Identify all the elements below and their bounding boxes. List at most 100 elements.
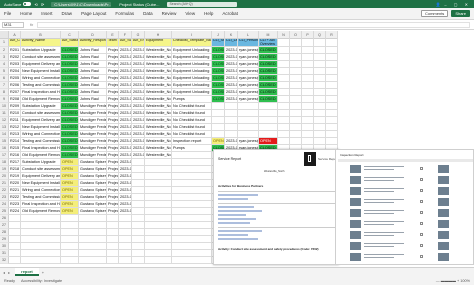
cell[interactable]: R208	[9, 96, 21, 103]
accessibility-status[interactable]: Accessibility: Investigate	[21, 279, 62, 283]
cell[interactable]	[119, 250, 132, 257]
cell[interactable]: 2023-09-	[225, 75, 238, 82]
cell[interactable]: R204	[9, 68, 21, 75]
cell[interactable]: R206	[9, 82, 21, 89]
user-avatar[interactable]: 👤	[435, 2, 440, 7]
cell[interactable]	[302, 39, 314, 47]
cell[interactable]: ryan.jones@	[238, 89, 259, 96]
cell[interactable]	[326, 75, 338, 82]
cell[interactable]	[61, 257, 79, 264]
cell[interactable]	[314, 54, 326, 61]
row-number[interactable]: 2	[0, 47, 9, 54]
menu-review[interactable]: Review	[162, 11, 177, 16]
cell[interactable]: CLOSED	[259, 75, 278, 82]
cell[interactable]: R209	[9, 103, 21, 110]
row-number[interactable]: 15	[0, 138, 9, 145]
cell[interactable]	[9, 222, 21, 229]
menu-home[interactable]: Home	[20, 11, 32, 16]
cell[interactable]	[225, 131, 238, 138]
cell[interactable]: ryan.jones@	[238, 75, 259, 82]
cell[interactable]	[119, 257, 132, 264]
cell[interactable]: Mundiger Frederick	[79, 117, 107, 124]
cell[interactable]: Project	[107, 110, 119, 117]
column-header-g[interactable]: G	[132, 31, 145, 39]
cell[interactable]: No Checklist found	[172, 110, 212, 117]
column-title[interactable]: CLI_Status	[212, 39, 225, 47]
cell[interactable]: Inspection report	[172, 138, 212, 145]
cell[interactable]	[145, 236, 172, 243]
cell[interactable]	[79, 215, 107, 222]
cell[interactable]: R222	[9, 194, 21, 201]
cell[interactable]	[9, 250, 21, 257]
cell[interactable]: Gustavo Spiser	[79, 173, 107, 180]
cell[interactable]: CLOSED	[61, 152, 79, 159]
cell[interactable]: 2023-08-19	[119, 89, 132, 96]
cell[interactable]: 2023-08-17	[119, 187, 132, 194]
cell[interactable]	[212, 124, 225, 131]
cell[interactable]: 2023-08-19	[132, 103, 145, 110]
column-title[interactable]: CLI + Act Overview	[259, 39, 278, 47]
row-number[interactable]: 20	[0, 173, 9, 180]
cell[interactable]: OPEN	[61, 208, 79, 215]
fx-icon[interactable]: fx	[30, 22, 33, 27]
cell[interactable]	[314, 131, 326, 138]
cell[interactable]	[290, 138, 302, 145]
row-number[interactable]: 23	[0, 194, 9, 201]
cell[interactable]: OPEN	[61, 194, 79, 201]
cell[interactable]: ryan.jones@	[238, 68, 259, 75]
cell[interactable]	[302, 47, 314, 54]
cell[interactable]	[9, 229, 21, 236]
cell[interactable]: Substation Upgrade	[21, 159, 61, 166]
cell[interactable]	[225, 110, 238, 117]
cell[interactable]: Wiring and Connections	[21, 187, 61, 194]
cell[interactable]: Mundiger Frederick	[79, 131, 107, 138]
cell[interactable]: OPEN	[61, 159, 79, 166]
row-number[interactable]: 9	[0, 96, 9, 103]
cell[interactable]	[132, 194, 145, 201]
cell[interactable]	[302, 68, 314, 75]
cell[interactable]	[172, 173, 212, 180]
cell[interactable]	[132, 222, 145, 229]
cell[interactable]: CLOSED	[61, 117, 79, 124]
cell[interactable]: Final Inspection and Handover	[21, 145, 61, 152]
column-header-r[interactable]: R	[326, 31, 338, 39]
cell[interactable]: R217	[9, 159, 21, 166]
cell[interactable]: R205	[9, 75, 21, 82]
cell[interactable]: 2023-09-	[225, 82, 238, 89]
cell[interactable]: Substation Upgrade	[21, 47, 61, 54]
cell[interactable]	[172, 250, 212, 257]
cell[interactable]	[278, 103, 290, 110]
cell[interactable]: Project	[107, 47, 119, 54]
cell[interactable]: 2023-08-24	[132, 138, 145, 145]
cell[interactable]	[212, 110, 225, 117]
cell[interactable]: Project	[107, 180, 119, 187]
cell[interactable]: Project	[107, 201, 119, 208]
cell[interactable]: ryan.jones@	[238, 96, 259, 103]
column-title[interactable]: Act_Code	[9, 39, 21, 47]
column-header-i[interactable]: I	[172, 31, 212, 39]
cell[interactable]	[302, 54, 314, 61]
cell[interactable]: ryan.jones@	[238, 47, 259, 54]
cell[interactable]	[326, 110, 338, 117]
row-number[interactable]: 31	[0, 250, 9, 257]
cell[interactable]	[132, 166, 145, 173]
cell[interactable]: 2023-08-26	[132, 152, 145, 159]
cell[interactable]	[225, 103, 238, 110]
cell[interactable]	[21, 250, 61, 257]
cell[interactable]: CLOSED	[61, 124, 79, 131]
row-number[interactable]: 18	[0, 159, 9, 166]
column-title[interactable]: Team	[107, 39, 119, 47]
cell[interactable]: R201	[9, 47, 21, 54]
cell[interactable]	[326, 131, 338, 138]
cell[interactable]: Westerville_North	[145, 110, 172, 117]
cell[interactable]: 2023-08-20	[132, 110, 145, 117]
cell[interactable]: R224	[9, 208, 21, 215]
column-header-h[interactable]: H	[145, 31, 172, 39]
cell[interactable]: Equipment Unloading	[172, 89, 212, 96]
cell[interactable]: Project	[107, 166, 119, 173]
cell[interactable]: R207	[9, 89, 21, 96]
cell[interactable]	[61, 250, 79, 257]
cell[interactable]: CLOSED	[212, 61, 225, 68]
row-number[interactable]: 16	[0, 145, 9, 152]
cell[interactable]	[107, 222, 119, 229]
